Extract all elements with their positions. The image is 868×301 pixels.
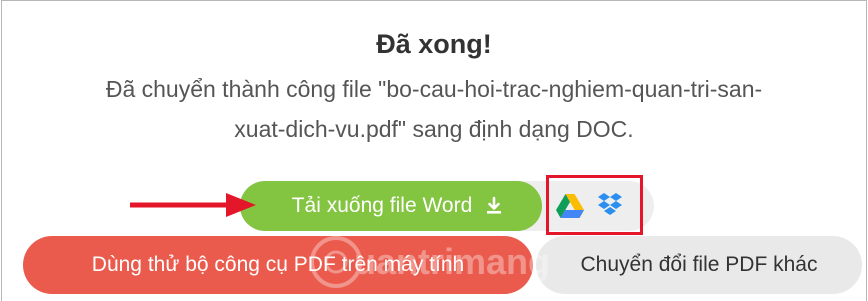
try-desktop-tools-label: Dùng thử bộ công cụ PDF trên máy tính <box>91 253 465 276</box>
try-desktop-tools-button[interactable]: Dùng thử bộ công cụ PDF trên máy tính <box>23 236 533 294</box>
download-word-label: Tải xuống file Word <box>291 194 473 217</box>
convert-other-pdf-button[interactable]: Chuyển đổi file PDF khác <box>536 236 862 294</box>
download-icon <box>487 196 502 214</box>
message-line-2: xuat-dich-vu.pdf" sang định dạng DOC. <box>234 116 634 142</box>
page-title: Đã xong! <box>376 29 492 59</box>
download-word-button[interactable]: Tải xuống file Word <box>240 181 542 231</box>
dropbox-icon[interactable] <box>597 192 623 218</box>
red-arrow-pointer <box>130 193 256 217</box>
message-line-1: Đã chuyển thành công file "bo-cau-hoi-tr… <box>105 76 763 102</box>
conversion-message: Đã chuyển thành công file "bo-cau-hoi-tr… <box>20 69 848 149</box>
convert-other-pdf-label: Chuyển đổi file PDF khác <box>580 253 818 276</box>
google-drive-icon[interactable] <box>556 194 584 218</box>
